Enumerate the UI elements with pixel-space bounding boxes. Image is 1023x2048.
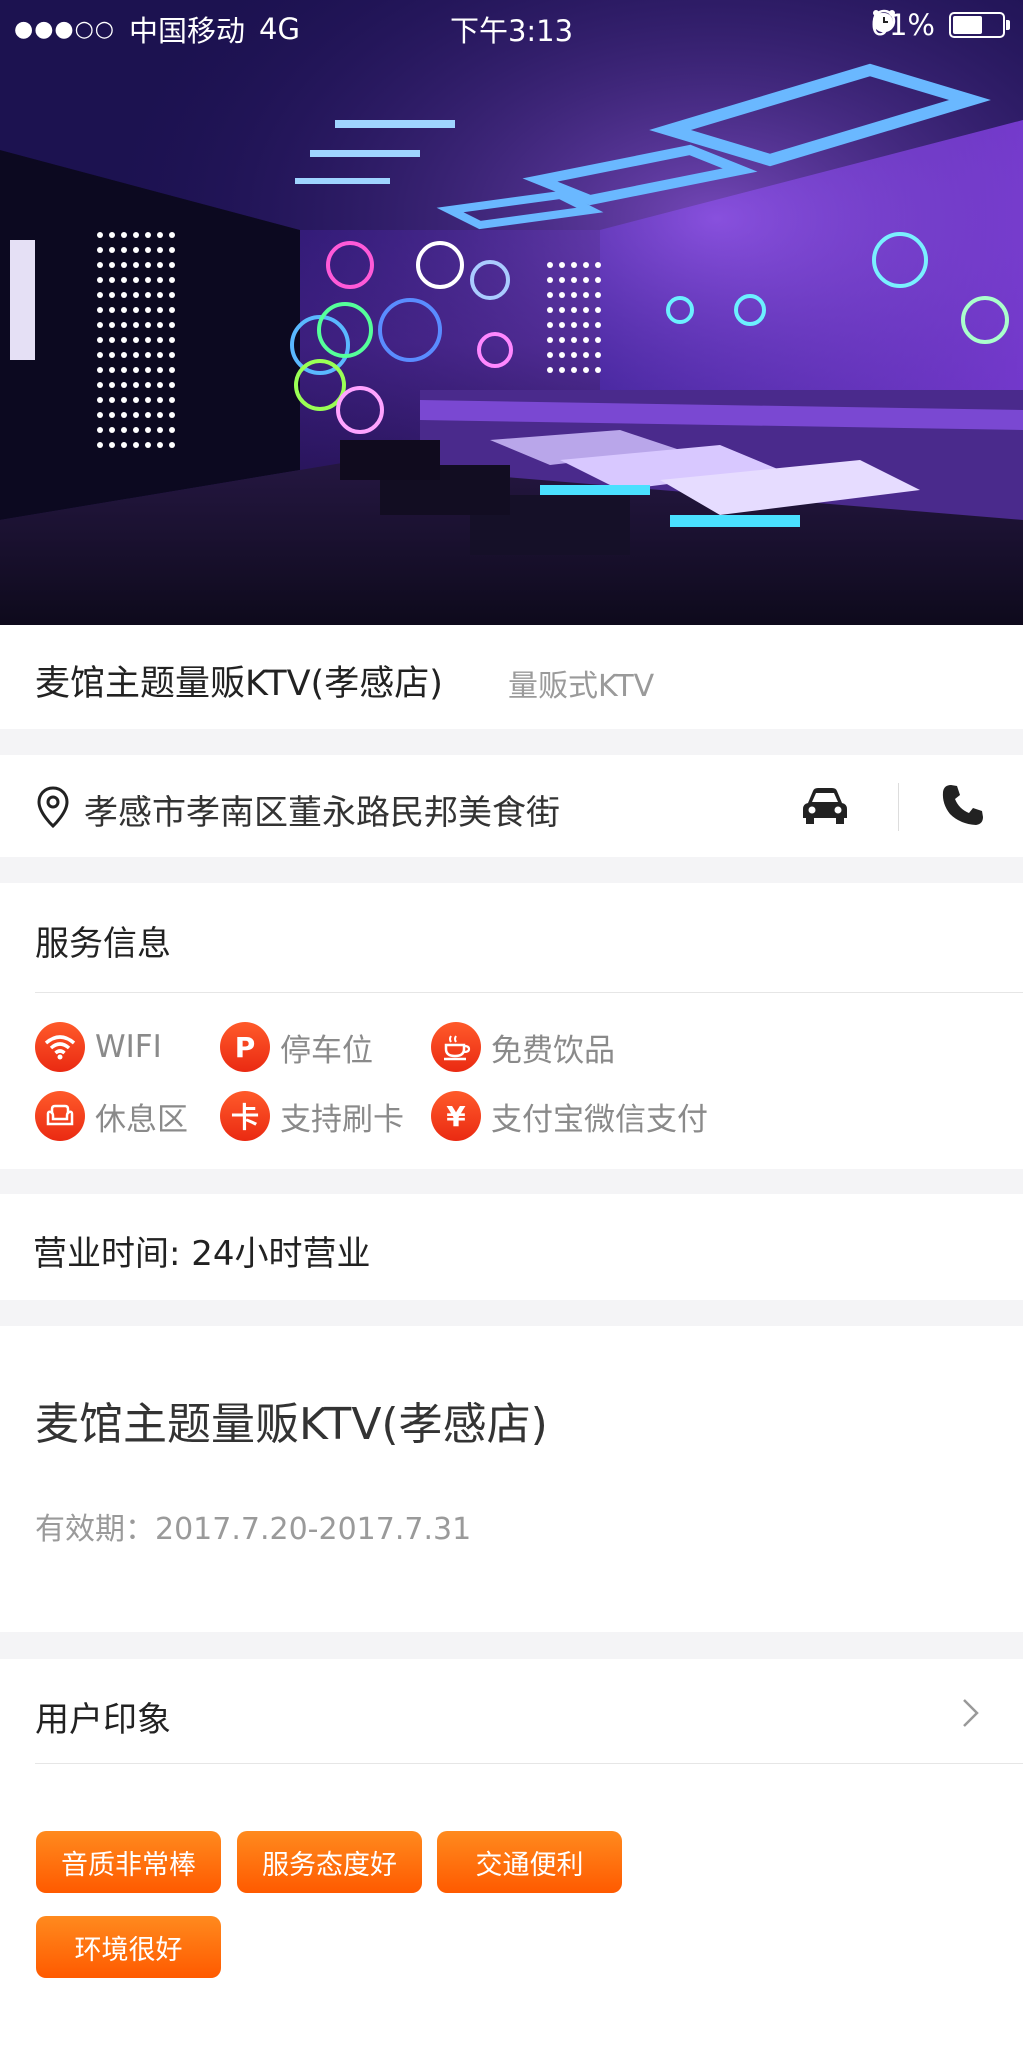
deal-title: 麦馆主题量贩KTV(孝感店) bbox=[35, 1399, 548, 1450]
impression-tag[interactable]: 交通便利 bbox=[437, 1831, 622, 1893]
service-label: WIFI bbox=[95, 1029, 162, 1065]
impression-tag[interactable]: 环境很好 bbox=[36, 1916, 221, 1978]
service-label: 休息区 bbox=[95, 1101, 188, 1138]
status-bar: ●●●○○ 中国移动 4G 下午3:13 61% bbox=[0, 0, 1023, 50]
user-impressions-section: 用户印象 音质非常棒 服务态度好 交通便利 环境很好 bbox=[0, 1659, 1023, 2048]
divider bbox=[35, 1763, 1023, 1764]
wifi-icon bbox=[35, 1022, 85, 1072]
store-hero-image[interactable]: ●●●○○ 中国移动 4G 下午3:13 61% bbox=[0, 0, 1023, 625]
location-pin-icon bbox=[37, 786, 69, 829]
service-item-free-drinks: 免费饮品 bbox=[431, 1022, 615, 1072]
service-item-parking: P 停车位 bbox=[220, 1022, 373, 1072]
chevron-right-icon[interactable] bbox=[960, 1696, 982, 1730]
impression-tag[interactable]: 音质非常棒 bbox=[36, 1831, 221, 1893]
card-icon: 卡 bbox=[220, 1091, 270, 1141]
address-divider bbox=[898, 783, 899, 831]
deal-card[interactable]: 麦馆主题量贩KTV(孝感店) 有效期：2017.7.20-2017.7.31 bbox=[0, 1326, 1023, 1632]
service-info-heading: 服务信息 bbox=[35, 924, 171, 964]
service-item-mobile-pay: ¥ 支付宝微信支付 bbox=[431, 1091, 708, 1141]
store-name: 麦馆主题量贩KTV(孝感店) bbox=[35, 664, 443, 704]
service-label: 支付宝微信支付 bbox=[491, 1101, 708, 1138]
store-category: 量贩式KTV bbox=[508, 669, 655, 704]
service-item-wifi: WIFI bbox=[35, 1022, 162, 1072]
service-label: 停车位 bbox=[280, 1032, 373, 1069]
service-item-rest-area: 休息区 bbox=[35, 1091, 188, 1141]
cup-icon bbox=[431, 1022, 481, 1072]
alarm-clock-icon bbox=[872, 10, 895, 31]
service-info-section: 服务信息 WIFI P 停车位 免费饮品 休息区 卡 支持刷卡 ¥ 支付宝微信支… bbox=[0, 883, 1023, 1169]
address-row: 孝感市孝南区董永路民邦美食街 bbox=[0, 755, 1023, 857]
yuan-icon: ¥ bbox=[431, 1091, 481, 1141]
address-text[interactable]: 孝感市孝南区董永路民邦美食街 bbox=[84, 785, 560, 834]
service-item-card-payment: 卡 支持刷卡 bbox=[220, 1091, 404, 1141]
phone-icon[interactable] bbox=[940, 782, 986, 828]
service-label: 免费饮品 bbox=[491, 1032, 615, 1069]
car-icon[interactable] bbox=[800, 785, 850, 825]
business-hours-text: 营业时间: 24小时营业 bbox=[33, 1234, 371, 1274]
battery-icon bbox=[949, 12, 1010, 38]
ktv-room-photo bbox=[0, 0, 1023, 625]
user-impressions-heading[interactable]: 用户印象 bbox=[35, 1692, 171, 1741]
sofa-icon bbox=[35, 1091, 85, 1141]
business-hours: 营业时间: 24小时营业 bbox=[0, 1194, 1023, 1300]
deal-validity: 有效期：2017.7.20-2017.7.31 bbox=[35, 1512, 472, 1547]
service-label: 支持刷卡 bbox=[280, 1101, 404, 1138]
parking-icon: P bbox=[220, 1022, 270, 1072]
impression-tag[interactable]: 服务态度好 bbox=[237, 1831, 422, 1893]
divider bbox=[35, 992, 1023, 993]
store-header: 麦馆主题量贩KTV(孝感店) 量贩式KTV bbox=[0, 625, 1023, 729]
